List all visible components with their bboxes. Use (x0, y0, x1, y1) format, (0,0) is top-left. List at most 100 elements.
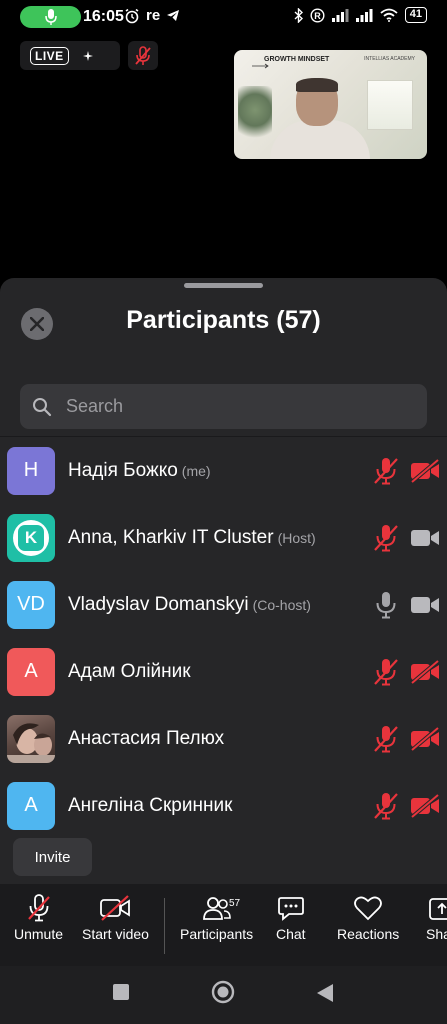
avatar: K (7, 513, 55, 562)
participant-name: Надія Божко (68, 459, 178, 481)
avatar-photo (7, 714, 55, 763)
back-button[interactable] (316, 983, 334, 1003)
participants-count-badge: 57 (229, 898, 241, 909)
live-stream-button[interactable]: LIVE (20, 41, 120, 70)
sheet-drag-handle[interactable] (184, 283, 263, 288)
participant-mic-status (372, 791, 400, 821)
invite-button[interactable]: Invite (13, 838, 92, 876)
recents-button[interactable] (112, 983, 130, 1001)
system-navigation-bar (0, 966, 447, 1024)
telegram-icon (167, 10, 180, 21)
share-label: Sha (426, 926, 447, 942)
unmute-label: Unmute (14, 926, 64, 942)
participant-name: Anna, Kharkiv IT Cluster (68, 526, 274, 548)
signal-icon (331, 8, 349, 22)
participant-name: Адам Олійник (68, 660, 191, 682)
participant-mic-status (372, 523, 400, 553)
participant-role: (Host) (277, 529, 316, 546)
participant-row[interactable]: VD Vladyslav Domanskyi (Co-host) (0, 571, 447, 638)
avatar-initials: Н (23, 459, 39, 481)
participant-role: (Co-host) (252, 596, 311, 613)
video-off-icon (410, 726, 440, 751)
meeting-toolbar: Unmute Start video Participants 57 Chat … (0, 884, 447, 966)
participant-mic-status (372, 657, 400, 687)
participant-mic-status (372, 590, 400, 620)
participant-role: (me) (181, 462, 211, 479)
participant-camera-status (409, 456, 441, 486)
reactions-label: Reactions (337, 926, 400, 942)
signal-icon (355, 8, 373, 22)
search-icon (33, 397, 52, 416)
toolbar-divider (164, 898, 165, 954)
reactions-button[interactable]: Reactions (337, 894, 399, 942)
participant-camera-status (409, 791, 441, 821)
wifi-icon (380, 8, 398, 22)
registered-icon: R (310, 7, 325, 23)
participants-icon (202, 897, 231, 920)
participants-button[interactable]: Participants (180, 894, 253, 942)
mic-off-icon (27, 894, 50, 922)
start-video-button[interactable]: Start video (82, 894, 149, 942)
speaker-mute-button[interactable] (128, 41, 158, 70)
chat-button[interactable]: Chat (276, 894, 306, 942)
active-speaker-video[interactable]: GROWTH MINDSET INTELLIAS ACADEMY (234, 50, 427, 159)
mic-in-use-indicator (20, 6, 81, 28)
participant-mic-status (372, 456, 400, 486)
participant-camera-status (409, 724, 441, 754)
clock: 16:05 (83, 8, 124, 25)
avatar: А (7, 647, 55, 696)
sparkle-icon (82, 50, 93, 61)
video-icon (411, 596, 439, 613)
mic-off-icon (374, 524, 398, 551)
avatar-initials: VD (17, 593, 45, 615)
participant-name: Ангеліна Скринник (68, 794, 233, 816)
participant-camera-status (409, 657, 441, 687)
alarm-icon (125, 8, 139, 23)
unmute-button[interactable]: Unmute (14, 894, 63, 942)
chat-icon (277, 897, 304, 921)
participant-row[interactable]: Анастасия Пелюх (0, 705, 447, 772)
participant-row[interactable]: Н Надія Божко (me) (0, 437, 447, 504)
avatar-initials: K (24, 527, 38, 547)
slide-brand: INTELLIAS ACADEMY (364, 56, 415, 62)
svg-text:R: R (314, 11, 321, 21)
arrow-icon (252, 63, 269, 69)
background-plant (238, 86, 272, 146)
participant-list[interactable]: Н Надія Божко (me) K Anna, Kharkiv IT Cl… (0, 436, 447, 830)
background-window (367, 80, 413, 130)
participant-name: Анастасия Пелюх (68, 727, 225, 749)
mic-off-icon (374, 792, 398, 819)
start-video-label: Start video (82, 926, 149, 942)
participant-camera-status (409, 523, 441, 553)
avatar-initials: А (24, 660, 38, 682)
share-button[interactable]: Sha (426, 894, 447, 942)
chat-label: Chat (276, 926, 306, 942)
participants-label: Participants (180, 926, 254, 942)
mic-icon (376, 591, 396, 618)
participant-row[interactable]: А Адам Олійник (0, 638, 447, 705)
participant-row[interactable]: А Ангеліна Скринник (0, 772, 447, 830)
avatar: VD (7, 580, 55, 629)
mic-off-icon (135, 45, 151, 65)
carrier-text: re (146, 7, 161, 24)
search-bar[interactable] (20, 384, 427, 429)
home-button[interactable] (211, 980, 235, 1004)
avatar-initials: А (24, 794, 38, 816)
participant-camera-status (409, 590, 441, 620)
participant-row[interactable]: K Anna, Kharkiv IT Cluster (Host) (0, 504, 447, 571)
panel-title: Participants (57) (126, 306, 321, 334)
video-icon (411, 529, 439, 546)
heart-icon (354, 896, 383, 921)
speaker-hair (296, 78, 338, 92)
share-icon (429, 898, 447, 920)
profile-photo (7, 722, 55, 763)
search-input[interactable] (66, 396, 386, 417)
mic-icon (44, 9, 57, 25)
participant-name: Vladyslav Domanskyi (68, 593, 249, 615)
participant-mic-status (372, 724, 400, 754)
slide-title: GROWTH MINDSET (264, 56, 330, 63)
status-bar: 16:05 re R 41 (0, 0, 447, 34)
avatar: Н (7, 446, 55, 495)
live-badge: LIVE (30, 46, 69, 65)
video-off-icon (410, 458, 440, 483)
